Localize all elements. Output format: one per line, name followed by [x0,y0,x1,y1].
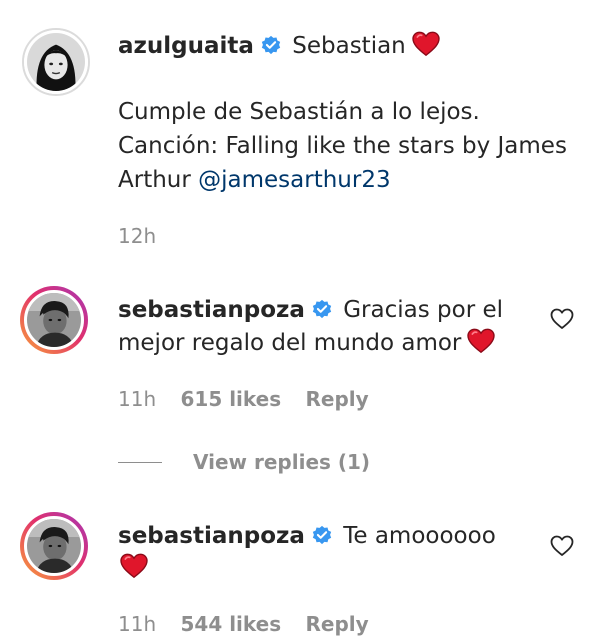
caption-line-1: Cumple de Sebastián a lo lejos. [118,99,480,125]
comment-1-meta: 11h 615 likes Reply [118,387,369,411]
red-heart-emoji [120,553,148,579]
verified-badge-icon [311,298,333,320]
comment-2-line-2 [120,552,148,585]
red-heart-emoji [412,31,440,57]
avatar-photo [27,33,85,91]
post-header: azulguaita Sebastian [118,30,440,63]
avatar-photo [27,519,81,573]
red-heart-emoji [467,328,496,354]
post-timestamp: 12h [118,224,157,248]
comment-2-timestamp: 11h [118,612,157,636]
comment-1-likes[interactable]: 615 likes [180,387,281,411]
view-replies-divider [118,462,162,463]
comment-1-line-1: sebastianpoza Gracias por el [118,294,503,327]
comment-2-line-1: sebastianpoza Te amoooooo [118,520,496,553]
verified-badge-icon [260,34,282,56]
avatar-azulguaita[interactable] [22,28,90,96]
comment-2-username[interactable]: sebastianpoza [118,523,305,549]
avatar-sebastianpoza-2[interactable] [20,512,88,580]
comment-2-reply-button[interactable]: Reply [306,612,369,636]
comment-2-likes[interactable]: 544 likes [180,612,281,636]
caption-line-3: Arthur @jamesarthur23 [118,164,391,197]
comment-1-text-2: mejor regalo del mundo amor [118,330,462,356]
comment-1-line-2: mejor regalo del mundo amor [118,327,496,360]
comment-2-meta: 11h 544 likes Reply [118,612,369,636]
view-replies-button[interactable]: View replies (1) [193,450,370,474]
caption-text: Arthur [118,167,191,193]
post-username[interactable]: azulguaita [118,33,254,59]
comment-1-like-heart-outline-icon[interactable] [550,308,574,330]
comment-1-text-1: Gracias por el [343,297,504,323]
avatar-sebastianpoza-1[interactable] [20,286,88,354]
post-title: Sebastian [292,33,406,59]
comment-1-timestamp: 11h [118,387,157,411]
avatar-photo [27,293,81,347]
comment-1-username[interactable]: sebastianpoza [118,297,305,323]
comment-1-reply-button[interactable]: Reply [306,387,369,411]
caption-line-2: Canción: Falling like the stars by James [118,133,567,159]
comment-2-text-1: Te amoooooo [343,523,496,549]
mention-link[interactable]: @jamesarthur23 [198,167,390,193]
comment-2-like-heart-outline-icon[interactable] [550,535,574,557]
verified-badge-icon [311,524,333,546]
